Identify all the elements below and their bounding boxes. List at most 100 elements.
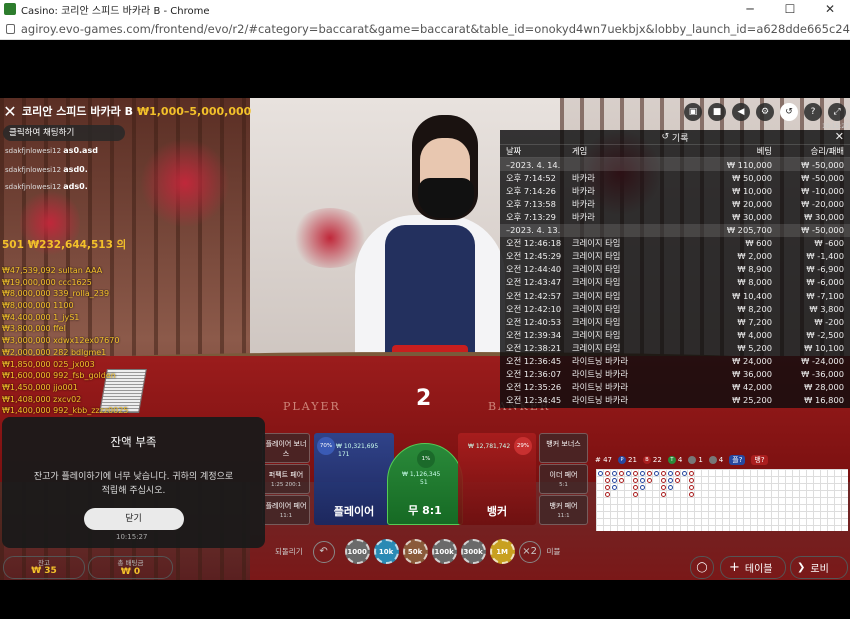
player-bonus-bet[interactable]: 플레이어 보너스 <box>262 433 310 463</box>
close-window-button[interactable]: ✕ <box>810 2 850 16</box>
chat-user: sdakfjnlowesi12 <box>5 183 62 191</box>
road-mark <box>640 471 645 476</box>
chip-50k[interactable]: 50k <box>402 539 428 564</box>
close-game-icon[interactable]: ✕ <box>0 102 20 121</box>
road-mark <box>612 471 617 476</box>
history-result: ₩ 30,000 <box>804 212 844 223</box>
player-next-prediction[interactable]: 플? <box>729 454 746 465</box>
chip-tray: 되돌리기 ↶ 1000 10k 50k 100k 300k 1M ×2 미블 <box>275 539 566 564</box>
sound-icon[interactable]: ◀ <box>732 103 750 121</box>
banker-next-prediction[interactable]: 뱅? <box>751 454 768 465</box>
chat-button[interactable]: 클릭하여 채팅하기 <box>3 125 125 141</box>
road-mark <box>668 485 673 490</box>
undo-label: 되돌리기 <box>275 547 303 556</box>
shoe-stats: # 47 P 21 B 22 T4 1 4 플? 뱅? <box>595 453 850 466</box>
game-clock: 10:15:27 <box>822 123 849 130</box>
history-game: 크레이지 타임 <box>572 277 621 288</box>
perfect-pair-bet[interactable]: 퍼펙트 페어 1:25 200:1 <box>262 464 310 494</box>
road-mark <box>661 492 666 497</box>
banker-percent: 29% <box>514 437 532 455</box>
player-pair-bet[interactable]: 플레이어 페어 11:1 <box>262 495 310 525</box>
road-mark <box>661 485 666 490</box>
col-result: 승리/패배 <box>810 146 844 157</box>
total-bet-value: ₩ 0 <box>120 567 141 577</box>
total-bet-display: 총 배팅금 ₩ 0 <box>88 556 173 579</box>
road-mark <box>675 478 680 483</box>
chat-toggle-button[interactable]: ◯ <box>690 556 714 579</box>
history-date: 오전 12:42:57 <box>506 290 562 301</box>
history-row: 오전 12:39:34 크레이지 타임 ₩ 4,000 ₩ -2,500 <box>500 328 850 341</box>
chip-1000[interactable]: 1000 <box>344 539 370 564</box>
player-pairs-count: 1 <box>698 455 703 464</box>
history-date: 오전 12:38:21 <box>506 342 562 353</box>
banker-wins-count: 22 <box>652 455 662 464</box>
ties-stat: T4 <box>667 455 682 464</box>
chip-100k[interactable]: 100k <box>431 539 457 564</box>
insufficient-balance-dialog: 잔액 부족 잔고가 플레이하기에 너무 낮습니다. 귀하의 계정으로 적립해 주… <box>2 417 265 548</box>
either-pair-odds: 5:1 <box>559 482 568 488</box>
history-result: ₩ -36,000 <box>801 369 844 380</box>
banker-bonus-bet[interactable]: 뱅커 보너스 <box>539 433 588 463</box>
history-icon[interactable]: ↺ <box>780 103 798 121</box>
game-title: 코리안 스피드 바카라 B <box>22 105 133 118</box>
chip-300k[interactable]: 300k <box>460 539 486 564</box>
history-date: 오후 7:14:26 <box>506 185 556 196</box>
winners-list: ₩47,539,092 sultan AAA ₩19,000,000 ccc16… <box>2 266 142 418</box>
fullscreen-icon[interactable]: ⤢ <box>828 103 846 121</box>
help-icon[interactable]: ? <box>804 103 822 121</box>
player-wins-stat: P 21 <box>618 455 637 464</box>
settings-gear-icon[interactable]: ⚙ <box>756 103 774 121</box>
banker-bet[interactable]: 29% ₩ 12,781,742 뱅커 <box>458 433 536 525</box>
player-bet[interactable]: 70% ₩ 10,321,695 171 플레이어 <box>314 433 394 525</box>
maximize-button[interactable]: ☐ <box>770 2 810 16</box>
history-date: 오전 12:43:47 <box>506 277 562 288</box>
chat-icon[interactable]: ▣ <box>684 103 702 121</box>
history-date-group: –2023. 4. 13. ₩ 205,700 ₩ -50,000 <box>500 223 850 237</box>
player-bet-amount: ₩ 10,321,695 <box>336 443 379 450</box>
history-result: ₩ -50,000 <box>801 159 844 170</box>
history-game: 라이트닝 바카라 <box>572 369 629 380</box>
history-column-headers: 날짜 게임 베팅 승리/패배 <box>500 145 850 159</box>
double-icon[interactable]: ×2 <box>518 540 541 563</box>
history-game: 바카라 <box>572 172 595 183</box>
table-button[interactable]: + 테이블 <box>720 556 786 579</box>
undo-icon[interactable]: ↶ <box>312 540 335 563</box>
close-history-icon[interactable]: ✕ <box>835 130 844 143</box>
road-mark <box>612 485 617 490</box>
road-mark <box>640 478 645 483</box>
road-mark <box>654 471 659 476</box>
address-bar[interactable]: agiroy.evo-games.com/frontend/evo/r2/#ca… <box>0 18 850 40</box>
history-bet: ₩ 8,000 <box>737 277 772 288</box>
chat-message: sdakfjnlowesi12 asd0. <box>5 165 88 174</box>
history-icon: ↺ <box>661 132 672 142</box>
url-text[interactable]: agiroy.evo-games.com/frontend/evo/r2/#ca… <box>21 22 850 36</box>
pair-dot-icon <box>708 455 717 464</box>
history-result: ₩ 3,800 <box>809 303 844 314</box>
history-row: 오전 12:36:07 라이트닝 바카라 ₩ 36,000 ₩ -36,000 <box>500 368 850 381</box>
dialog-close-button[interactable]: 닫기 <box>83 508 184 530</box>
window-titlebar: Casino: 코리안 스피드 바카라 B - Chrome ─ ☐ ✕ <box>0 0 850 18</box>
history-bet: ₩ 205,700 <box>726 225 772 236</box>
history-bet: ₩ 8,900 <box>737 264 772 275</box>
countdown-number: 2 <box>416 386 432 411</box>
bet-limit[interactable]: ₩1,000–5,000,000 <box>137 105 251 118</box>
lobby-arrow-icon: ❯ <box>797 562 806 573</box>
perfect-pair-odds: 1:25 200:1 <box>271 482 301 488</box>
chip-10k[interactable]: 10k <box>373 539 399 564</box>
history-game: 바카라 <box>572 198 595 209</box>
history-bet: ₩ 10,000 <box>732 185 772 196</box>
history-result: ₩ -6,900 <box>806 264 844 275</box>
banker-wins-stat: B 22 <box>642 455 662 464</box>
either-pair-bet[interactable]: 이더 페어 5:1 <box>539 464 588 494</box>
banker-pair-bet[interactable]: 뱅커 페어 11:1 <box>539 495 588 525</box>
history-date: 오후 7:13:29 <box>506 212 556 223</box>
tie-bet[interactable]: 1% ₩ 1,126,345 51 무 8:1 <box>387 443 463 525</box>
history-bet: ₩ 4,000 <box>737 329 772 340</box>
chip-1m[interactable]: 1M <box>489 539 515 564</box>
video-icon[interactable]: ■ <box>708 103 726 121</box>
lobby-button[interactable]: ❯ 로비 <box>790 556 848 579</box>
scoreboard-road[interactable] <box>596 469 848 531</box>
minimize-button[interactable]: ─ <box>730 2 770 16</box>
black-band <box>640 40 850 98</box>
chat-user: sdakfjnlowesi12 <box>5 147 62 155</box>
